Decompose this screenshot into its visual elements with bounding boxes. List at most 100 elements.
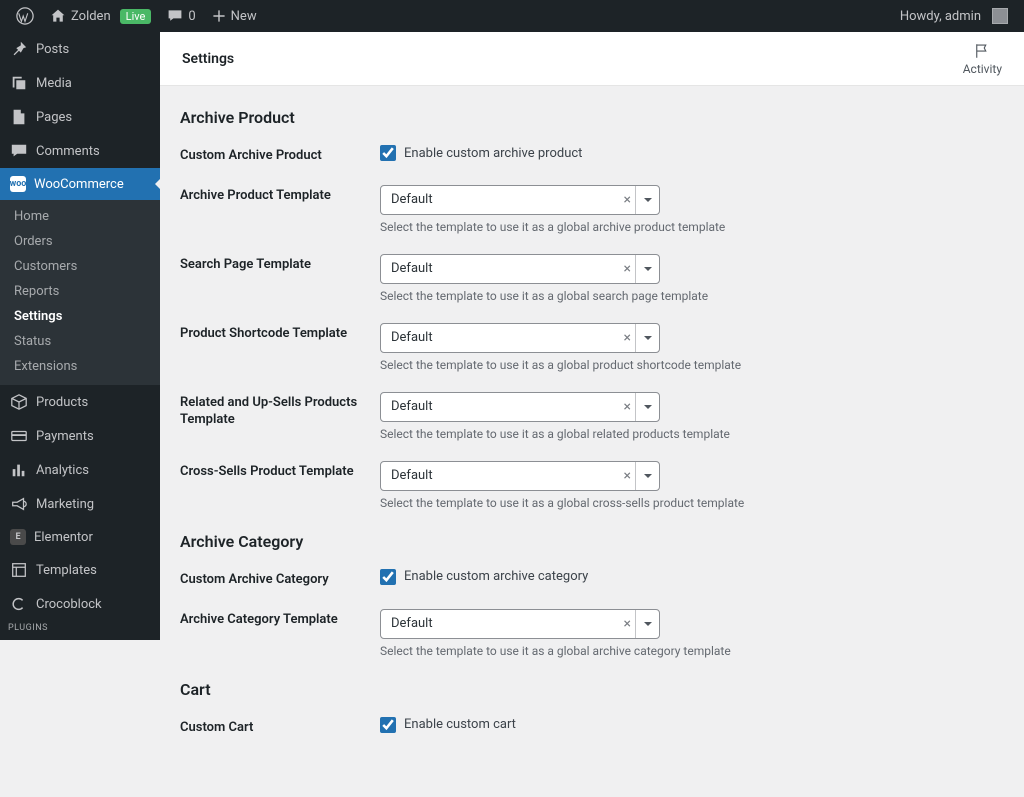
crocoblock-icon <box>10 595 28 613</box>
label-archive-product-template: Archive Product Template <box>180 185 380 205</box>
plugins-separator-label: PLUGINS <box>0 621 160 633</box>
select-related-upsells-template[interactable]: Default × <box>380 392 660 422</box>
site-link[interactable]: Zolden Live <box>42 0 159 32</box>
submenu-orders[interactable]: Orders <box>0 229 160 254</box>
label-related-upsells-template: Related and Up-Sells Products Template <box>180 392 380 429</box>
activity-button[interactable]: Activity <box>963 42 1002 76</box>
woocommerce-icon: woo <box>10 176 26 192</box>
menu-marketing[interactable]: Marketing <box>0 487 160 521</box>
menu-products[interactable]: Products <box>0 385 160 419</box>
media-icon <box>10 74 28 92</box>
menu-woocommerce[interactable]: woo WooCommerce <box>0 168 160 200</box>
pushpin-icon <box>10 40 28 58</box>
desc-related-upsells-template: Select the template to use it as a globa… <box>380 427 940 441</box>
row-custom-archive-category: Custom Archive Category Enable custom ar… <box>180 569 1004 589</box>
menu-posts[interactable]: Posts <box>0 32 160 66</box>
checkbox-custom-archive-category[interactable] <box>380 569 396 585</box>
flag-icon <box>973 42 991 60</box>
products-icon <box>10 393 28 411</box>
submenu-home[interactable]: Home <box>0 204 160 229</box>
main-wrap: Settings Activity Archive Product Custom… <box>160 0 1024 797</box>
row-archive-category-template: Archive Category Template Default × Sele… <box>180 609 1004 658</box>
chevron-down-icon <box>635 462 659 490</box>
new-link[interactable]: New <box>204 0 265 32</box>
label-archive-category-template: Archive Category Template <box>180 609 380 629</box>
chevron-down-icon <box>635 393 659 421</box>
select-archive-category-template[interactable]: Default × <box>380 609 660 639</box>
submenu-customers[interactable]: Customers <box>0 254 160 279</box>
live-badge: Live <box>120 9 152 24</box>
clear-icon[interactable]: × <box>624 617 631 631</box>
desc-archive-category-template: Select the template to use it as a globa… <box>380 644 940 658</box>
pages-icon <box>10 108 28 126</box>
label-search-page-template: Search Page Template <box>180 254 380 274</box>
select-search-page-template[interactable]: Default × <box>380 254 660 284</box>
desc-archive-product-template: Select the template to use it as a globa… <box>380 220 940 234</box>
select-archive-product-template[interactable]: Default × <box>380 185 660 215</box>
row-custom-cart: Custom Cart Enable custom cart <box>180 717 1004 737</box>
chevron-down-icon <box>635 610 659 638</box>
admin-bar: Zolden Live 0 New Howdy, admin <box>0 0 1024 32</box>
menu-pages[interactable]: Pages <box>0 100 160 134</box>
templates-icon <box>10 561 28 579</box>
row-related-upsells-template: Related and Up-Sells Products Template D… <box>180 392 1004 441</box>
menu-elementor[interactable]: E Elementor <box>0 521 160 553</box>
desc-product-shortcode-template: Select the template to use it as a globa… <box>380 358 940 372</box>
clear-icon[interactable]: × <box>624 400 631 414</box>
menu-templates[interactable]: Templates <box>0 553 160 587</box>
checkbox-custom-cart[interactable] <box>380 717 396 733</box>
comments-link[interactable]: 0 <box>159 0 203 32</box>
checkbox-custom-archive-product[interactable] <box>380 145 396 161</box>
select-product-shortcode-template[interactable]: Default × <box>380 323 660 353</box>
comments-count: 0 <box>188 9 195 24</box>
menu-crocoblock[interactable]: Crocoblock <box>0 587 160 621</box>
clear-icon[interactable]: × <box>624 331 631 345</box>
checkbox-label-custom-archive-product[interactable]: Enable custom archive product <box>404 146 582 161</box>
label-custom-archive-product: Custom Archive Product <box>180 145 380 165</box>
row-product-shortcode-template: Product Shortcode Template Default × Sel… <box>180 323 1004 372</box>
label-cross-sells-template: Cross-Sells Product Template <box>180 461 380 481</box>
heading-cart: Cart <box>180 680 1004 699</box>
site-name: Zolden <box>71 9 111 24</box>
admin-menu: Posts Media Pages Comments woo WooCommer… <box>0 32 160 640</box>
comments-icon <box>10 142 28 160</box>
howdy-text: Howdy, admin <box>900 9 981 24</box>
checkbox-label-custom-cart[interactable]: Enable custom cart <box>404 717 516 732</box>
menu-payments[interactable]: Payments <box>0 419 160 453</box>
label-product-shortcode-template: Product Shortcode Template <box>180 323 380 343</box>
analytics-icon <box>10 461 28 479</box>
clear-icon[interactable]: × <box>624 193 631 207</box>
wp-logo[interactable] <box>8 0 42 32</box>
chevron-down-icon <box>635 324 659 352</box>
new-label: New <box>231 9 257 24</box>
heading-archive-product: Archive Product <box>180 108 1004 127</box>
submenu-reports[interactable]: Reports <box>0 279 160 304</box>
clear-icon[interactable]: × <box>624 469 631 483</box>
page-title: Settings <box>182 51 234 67</box>
clear-icon[interactable]: × <box>624 262 631 276</box>
label-custom-archive-category: Custom Archive Category <box>180 569 380 589</box>
menu-comments[interactable]: Comments <box>0 134 160 168</box>
desc-cross-sells-template: Select the template to use it as a globa… <box>380 496 940 510</box>
account-link[interactable]: Howdy, admin <box>892 0 1016 32</box>
woocommerce-submenu: Home Orders Customers Reports Settings S… <box>0 200 160 385</box>
avatar <box>992 8 1008 24</box>
menu-media[interactable]: Media <box>0 66 160 100</box>
submenu-status[interactable]: Status <box>0 329 160 354</box>
desc-search-page-template: Select the template to use it as a globa… <box>380 289 940 303</box>
elementor-icon: E <box>10 529 26 545</box>
chevron-down-icon <box>635 186 659 214</box>
menu-jetformbuilder[interactable]: JF JetFormBuilder <box>0 633 160 640</box>
settings-content: Archive Product Custom Archive Product E… <box>160 86 1024 797</box>
checkbox-label-custom-archive-category[interactable]: Enable custom archive category <box>404 569 588 584</box>
submenu-extensions[interactable]: Extensions <box>0 354 160 379</box>
row-search-page-template: Search Page Template Default × Select th… <box>180 254 1004 303</box>
label-custom-cart: Custom Cart <box>180 717 380 737</box>
row-custom-archive-product: Custom Archive Product Enable custom arc… <box>180 145 1004 165</box>
marketing-icon <box>10 495 28 513</box>
submenu-settings[interactable]: Settings <box>0 304 160 329</box>
payments-icon <box>10 427 28 445</box>
menu-analytics[interactable]: Analytics <box>0 453 160 487</box>
row-cross-sells-template: Cross-Sells Product Template Default × S… <box>180 461 1004 510</box>
select-cross-sells-template[interactable]: Default × <box>380 461 660 491</box>
